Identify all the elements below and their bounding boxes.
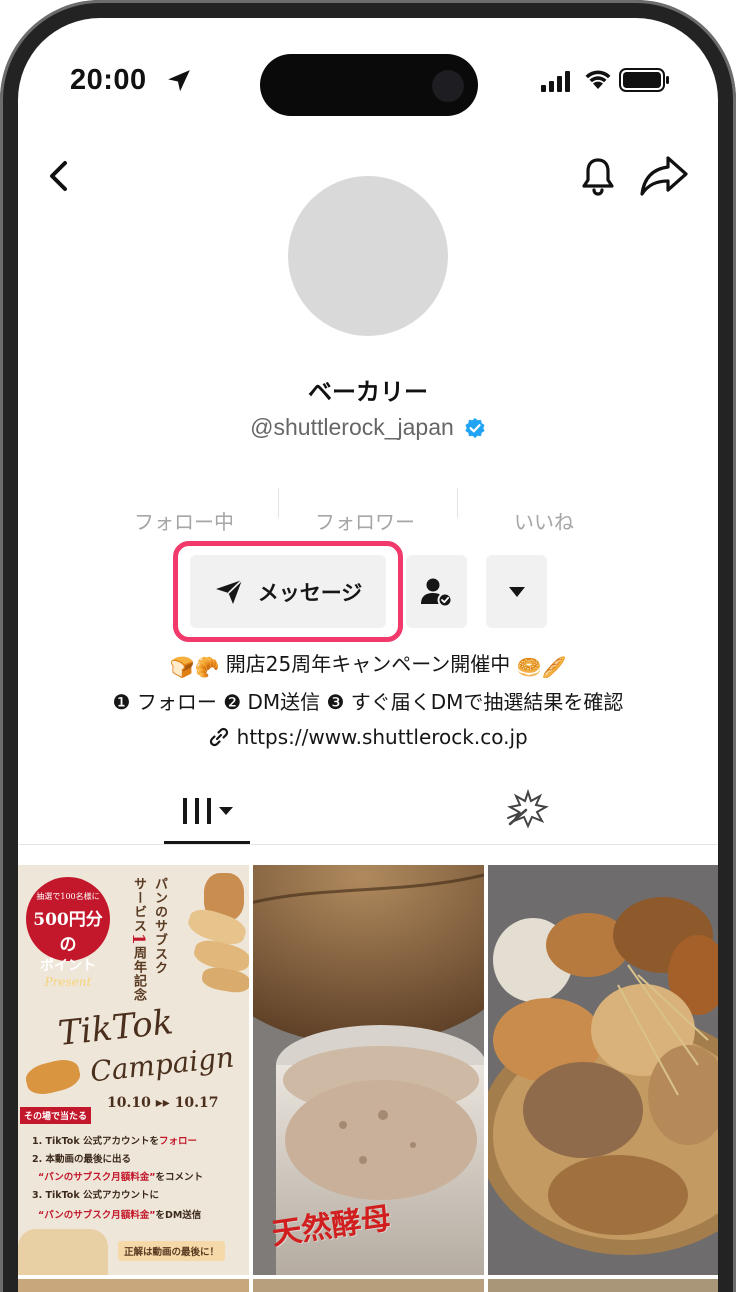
- followers-label[interactable]: フォロワー: [315, 506, 415, 535]
- wifi-icon: [585, 70, 611, 89]
- bagel-emoji: 🥯🥖: [516, 655, 567, 679]
- bio-campaign-text: 開店25周年キャンペーン開催中: [225, 652, 511, 676]
- link-icon: [210, 727, 229, 747]
- poster-step-1: 1. TikTok 公式アカウントをフォロー: [32, 1136, 197, 1147]
- user-check-icon: [420, 578, 452, 607]
- video-thumbnail[interactable]: 天然酵母: [253, 865, 484, 1275]
- app-screen: 20:00 ベーカリー @shuttlerock_japan フォロー中 フォロ…: [18, 18, 718, 1292]
- username-handle: @shuttlerock_japan: [250, 414, 454, 440]
- triangle-down-icon: [508, 586, 525, 597]
- back-arrow-icon[interactable]: [44, 159, 74, 193]
- poster-date: 10.10 ▸▸ 10.17: [107, 1095, 219, 1111]
- bio-line-1: 🍞🥐 開店25周年キャンペーン開催中 🥯🥖: [18, 648, 718, 679]
- videos-tab-grid-icon[interactable]: [164, 788, 250, 844]
- point-present-badge: 抽選で100名様に 500円分の ポイント Present: [26, 877, 110, 989]
- poster-label: その場で当たる: [20, 1107, 92, 1124]
- share-arrow-icon[interactable]: [638, 154, 690, 198]
- poster-step-3: 3. TikTok 公式アカウントに: [32, 1190, 159, 1201]
- camera-dot: [432, 70, 464, 102]
- stat-divider: [457, 488, 458, 518]
- video-thumbnail[interactable]: [488, 865, 718, 1275]
- poster-step-3b: “パンのサブスク月額料金”をDM送信: [38, 1210, 202, 1221]
- location-arrow-icon: [168, 70, 190, 92]
- bio-line-2: ❶ フォロー ❷ DM送信 ❸ すぐ届くDMで抽選結果を確認: [112, 690, 624, 714]
- bread-emoji: 🍞🥐: [169, 655, 220, 679]
- cellular-signal-icon: [541, 71, 570, 92]
- liked-videos-tab-icon[interactable]: [504, 788, 554, 832]
- verified-badge-icon: [465, 418, 485, 438]
- bell-icon[interactable]: [580, 155, 616, 197]
- bio-link-row[interactable]: https://www.shuttlerock.co.jp: [18, 725, 718, 749]
- croissant-image: [23, 1055, 83, 1099]
- bio-link[interactable]: https://www.shuttlerock.co.jp: [237, 725, 528, 749]
- poster-vertical-title-b: サービス1周年記念: [128, 877, 148, 1002]
- video-thumbnail[interactable]: [253, 1279, 484, 1292]
- poster-title-tiktok: TikTok: [56, 1002, 176, 1054]
- stat-divider: [278, 488, 279, 518]
- video-thumbnail[interactable]: [488, 1279, 718, 1292]
- profile-avatar: [288, 176, 448, 336]
- status-time: 20:00: [70, 64, 147, 96]
- video-thumbnail[interactable]: 抽選で100名様に 500円分の ポイント Present パンのサブスク サー…: [18, 865, 249, 1275]
- message-button-highlight: [173, 541, 403, 642]
- battery-icon: [619, 68, 669, 92]
- handle-row: @shuttlerock_japan: [18, 414, 718, 441]
- more-dropdown-button[interactable]: [486, 555, 547, 628]
- likes-label: いいね: [514, 510, 574, 534]
- poster-step-2: 2. 本動画の最後に出る: [32, 1154, 132, 1165]
- following-status-button[interactable]: [406, 555, 467, 628]
- poster-vertical-title-a: パンのサブスク: [152, 877, 167, 975]
- video-thumbnail[interactable]: [18, 1279, 249, 1292]
- display-name: ベーカリー: [308, 378, 428, 406]
- bread-basket-image: [488, 865, 718, 1275]
- poster-footer: 正解は動画の最後に！: [118, 1241, 226, 1261]
- tabs-divider: [18, 844, 718, 845]
- bread-loaf-image: [18, 1229, 108, 1275]
- following-label[interactable]: フォロー中: [134, 506, 234, 535]
- poster-step-2b: “パンのサブスク月額料金”をコメント: [38, 1172, 203, 1183]
